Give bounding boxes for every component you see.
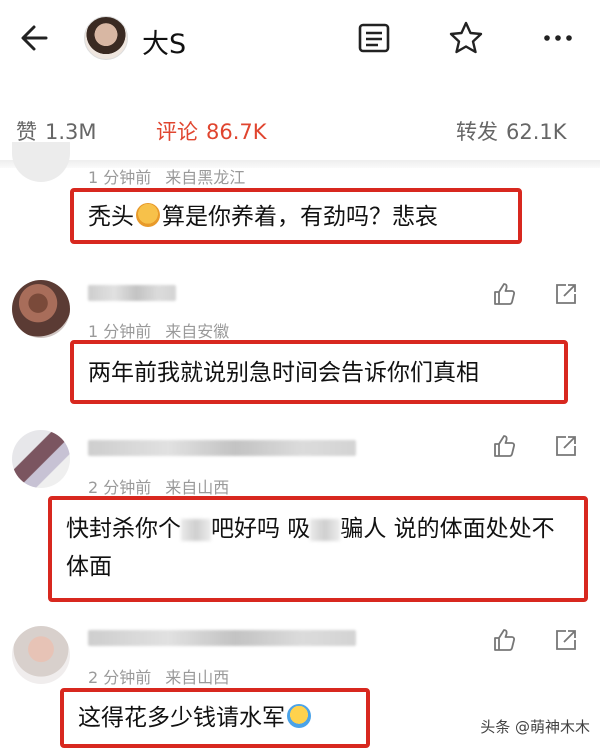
comment-time: 1 分钟前 xyxy=(88,168,152,187)
blurred-username xyxy=(88,285,176,301)
crying-emoji-icon xyxy=(287,704,311,728)
comment-source: 来自山西 xyxy=(165,478,230,497)
avatar[interactable] xyxy=(12,142,70,182)
comment-text-part: 快封杀你个 xyxy=(66,516,181,542)
like-icon[interactable] xyxy=(490,280,518,308)
notes-icon[interactable] xyxy=(356,20,392,56)
comment-meta: 1 分钟前 来自安徽 xyxy=(88,318,229,342)
comment-text-highlighted: 秃头 算是你养着，有劲吗？悲哀 xyxy=(70,188,522,244)
stats-bar: 赞 1.3M 评论 86.7K 转发 62.1K xyxy=(0,100,600,158)
tab-reposts[interactable]: 转发 62.1K xyxy=(456,116,567,146)
comment-text-highlighted: 这得花多少钱请水军 xyxy=(60,688,370,748)
comment-text-highlighted: 两年前我就说别急时间会告诉你们真相 xyxy=(70,340,568,404)
blurred-word xyxy=(181,518,211,541)
blurred-username xyxy=(88,440,356,456)
tab-comments[interactable]: 评论 86.7K xyxy=(156,116,267,146)
like-icon[interactable] xyxy=(490,626,518,654)
comment-source: 来自山西 xyxy=(165,668,230,687)
comment-time: 2 分钟前 xyxy=(88,478,152,497)
back-arrow-icon[interactable] xyxy=(16,18,56,58)
avatar[interactable] xyxy=(12,626,70,684)
comments-count: 86.7K xyxy=(206,120,267,144)
blurred-word xyxy=(310,518,341,541)
profile-avatar[interactable] xyxy=(84,16,128,60)
comment-source: 来自安徽 xyxy=(165,322,230,341)
reposts-count: 62.1K xyxy=(506,120,567,144)
comment-text-part: 吧好吗 吸 xyxy=(211,516,311,542)
comments-label: 评论 xyxy=(156,120,198,144)
comment-time: 1 分钟前 xyxy=(88,322,152,341)
likes-count: 1.3M xyxy=(45,120,97,144)
share-icon[interactable] xyxy=(552,626,580,654)
comment-meta: 2 分钟前 来自山西 xyxy=(88,474,229,498)
share-icon[interactable] xyxy=(552,280,580,308)
star-icon[interactable] xyxy=(448,20,484,56)
more-icon[interactable] xyxy=(540,20,576,56)
avatar[interactable] xyxy=(12,280,70,338)
watermark: 头条 @萌神木木 xyxy=(480,718,590,736)
blurred-username xyxy=(88,630,356,646)
comment-text-part: 算是你养着，有劲吗？悲哀 xyxy=(162,204,438,230)
comment-meta: 1 分钟前 来自黑龙江 xyxy=(88,164,245,188)
top-bar: 大S xyxy=(0,0,600,78)
comment-text-highlighted: 快封杀你个 吧好吗 吸骗人 说的体面处处不体面 xyxy=(48,496,588,602)
comment-text: 两年前我就说别急时间会告诉你们真相 xyxy=(88,360,479,386)
like-icon[interactable] xyxy=(490,432,518,460)
reposts-label: 转发 xyxy=(456,120,498,144)
share-icon[interactable] xyxy=(552,432,580,460)
page-title: 大S xyxy=(142,29,187,60)
comment-source: 来自黑龙江 xyxy=(165,168,246,187)
comment-text: 这得花多少钱请水军 xyxy=(78,705,285,731)
face-emoji-icon xyxy=(136,203,160,227)
comment-text-part: 秃头 xyxy=(88,204,134,230)
comment-time: 2 分钟前 xyxy=(88,668,152,687)
likes-label: 赞 xyxy=(16,120,37,144)
avatar[interactable] xyxy=(12,430,70,488)
comment-meta: 2 分钟前 来自山西 xyxy=(88,664,229,688)
